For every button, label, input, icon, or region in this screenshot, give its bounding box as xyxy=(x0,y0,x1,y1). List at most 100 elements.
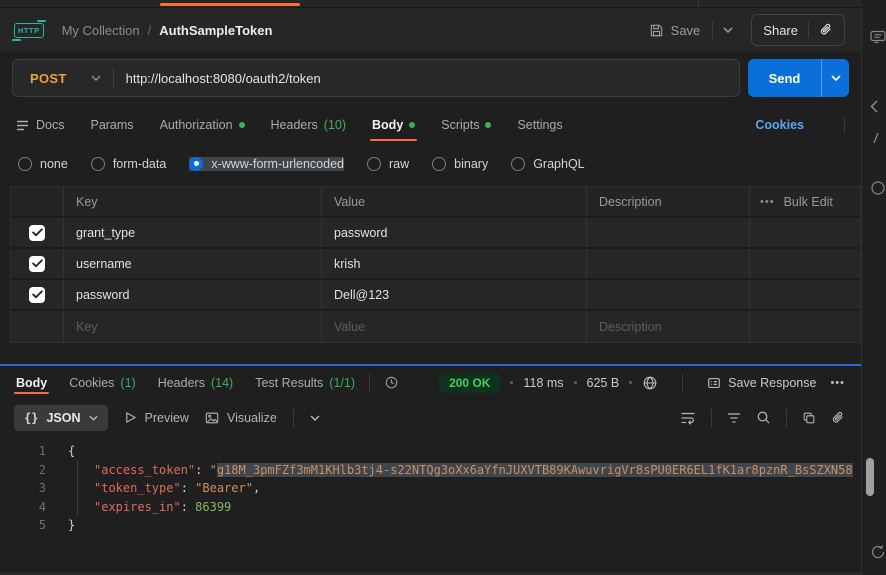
chevron-down-icon xyxy=(88,415,98,421)
tab-label: Authorization xyxy=(159,118,233,132)
response-size[interactable]: 625 B xyxy=(587,376,620,390)
cookies-link[interactable]: Cookies xyxy=(755,118,804,132)
cell-key-placeholder[interactable]: Key xyxy=(63,311,321,342)
more-horizontal-icon: ••• xyxy=(760,195,775,208)
save-response-button[interactable]: Save Response xyxy=(707,376,816,390)
method-selector[interactable]: POST xyxy=(13,60,113,96)
header-value: Value xyxy=(321,187,586,216)
tab-label: Headers xyxy=(270,118,318,132)
urlencoded-table: Key Value Description ••• Bulk Edit gran… xyxy=(10,186,861,343)
cell-description[interactable] xyxy=(586,218,749,247)
code-snippet-icon[interactable] xyxy=(870,132,882,144)
request-header: HTTP My Collection / AuthSampleToken Sav… xyxy=(0,8,861,52)
body-type-form-data[interactable]: form-data xyxy=(90,156,166,171)
send-label[interactable]: Send xyxy=(748,59,821,97)
checkbox-checked[interactable] xyxy=(29,224,45,241)
cell-description-placeholder[interactable]: Description xyxy=(586,311,749,342)
more-views-chevron[interactable] xyxy=(310,414,320,421)
send-options-chevron[interactable] xyxy=(821,59,849,97)
history-clock-icon[interactable] xyxy=(384,375,399,390)
filter-lines-icon[interactable] xyxy=(727,412,741,424)
breadcrumb-request-name[interactable]: AuthSampleToken xyxy=(159,23,272,38)
tab-authorization[interactable]: Authorization xyxy=(160,104,245,146)
visualize-button[interactable]: Visualize xyxy=(205,411,277,425)
header-actions: Save Share xyxy=(649,14,845,46)
radio-icon xyxy=(367,156,381,171)
body-type-raw[interactable]: raw xyxy=(367,156,409,171)
collapse-pane-icon[interactable] xyxy=(870,100,878,113)
refresh-circle-icon[interactable] xyxy=(870,544,886,560)
checkbox-checked[interactable] xyxy=(29,255,45,272)
wrap-text-icon[interactable] xyxy=(680,411,696,425)
body-type-graphql[interactable]: GraphQL xyxy=(511,156,585,171)
tab-scripts[interactable]: Scripts xyxy=(441,104,492,146)
share-label: Share xyxy=(763,22,798,38)
response-tools xyxy=(680,408,847,427)
radio-label: none xyxy=(40,156,68,171)
table-body: grant_type password username krish password D… xyxy=(11,218,860,342)
response-more-icon[interactable]: ••• xyxy=(830,377,845,389)
tab-params[interactable]: Params xyxy=(90,104,133,146)
modified-dot-icon xyxy=(485,122,492,128)
tools-divider xyxy=(711,408,712,427)
cell-value[interactable]: krish xyxy=(321,249,586,278)
response-time[interactable]: 118 ms xyxy=(523,376,563,390)
cell-key[interactable]: username xyxy=(63,249,321,278)
response-tab-cookies[interactable]: Cookies (1) xyxy=(69,366,135,399)
cell-value[interactable]: Dell@123 xyxy=(321,280,586,309)
preview-label: Preview xyxy=(144,410,189,425)
tab-count-badge: (14) xyxy=(210,375,234,390)
info-circle-icon[interactable] xyxy=(870,180,886,196)
response-body-editor[interactable]: 1{2 "access_token": "g18M_3pmFZf3mM1KHlb3… xyxy=(0,436,861,575)
tab-settings[interactable]: Settings xyxy=(517,104,562,146)
search-icon[interactable] xyxy=(756,410,771,425)
response-tab-headers[interactable]: Headers (14) xyxy=(158,366,233,399)
save-button[interactable]: Save xyxy=(649,23,700,38)
tab-body[interactable]: Body xyxy=(370,104,418,146)
cell-description[interactable] xyxy=(586,249,749,278)
code-line-2: 2 "access_token": "g18M_3pmFZf3mM1KHlb3tj… xyxy=(0,460,861,480)
form-row-grant-type: grant_type password xyxy=(11,218,860,249)
checkbox-checked[interactable] xyxy=(29,286,45,303)
url-field[interactable] xyxy=(113,70,739,86)
chevron-down-icon xyxy=(91,75,101,81)
request-tabs: Params Authorization Headers (10) Body Script… xyxy=(90,104,563,146)
share-button[interactable]: Share xyxy=(751,14,845,46)
body-type-binary[interactable]: binary xyxy=(432,156,488,171)
preview-button[interactable]: Preview xyxy=(124,411,189,425)
breadcrumb-collection[interactable]: My Collection xyxy=(62,23,140,38)
status-badge[interactable]: 200 OK xyxy=(439,372,501,393)
copy-icon[interactable] xyxy=(802,411,816,425)
response-tab-body[interactable]: Body xyxy=(13,366,50,399)
link-icon[interactable] xyxy=(831,411,845,425)
cell-description[interactable] xyxy=(586,280,749,309)
scrollbar-thumb[interactable] xyxy=(866,458,874,496)
cell-key[interactable]: password xyxy=(63,280,321,309)
save-options-chevron[interactable] xyxy=(712,21,743,39)
bulk-edit-button[interactable]: ••• Bulk Edit xyxy=(749,187,860,216)
dot-separator xyxy=(629,381,633,384)
cell-value-placeholder[interactable]: Value xyxy=(321,311,586,342)
cell-key[interactable]: grant_type xyxy=(63,218,321,247)
comments-icon[interactable] xyxy=(870,30,886,44)
form-row-placeholder: Key Value Description xyxy=(11,311,860,342)
send-button[interactable]: Send xyxy=(748,59,849,97)
format-selector[interactable]: {} JSON xyxy=(14,404,108,431)
tab-headers[interactable]: Headers (10) xyxy=(271,104,346,146)
row-checkbox-cell xyxy=(11,249,63,278)
play-icon xyxy=(125,412,136,423)
body-type-none[interactable]: none xyxy=(18,156,68,171)
postman-window: HTTP My Collection / AuthSampleToken Sav… xyxy=(0,0,886,575)
cell-value[interactable]: password xyxy=(321,218,586,247)
network-globe-icon[interactable] xyxy=(642,375,658,391)
tab-strip[interactable] xyxy=(0,0,861,8)
tab-count-badge: (1) xyxy=(120,375,136,390)
body-type-x-www-form-urlencoded[interactable]: x-www-form-urlencoded xyxy=(189,156,344,171)
tab-label: Scripts xyxy=(441,118,480,132)
response-tab-test-results[interactable]: Test Results (1/1) xyxy=(255,366,355,399)
tab-count-badge: (10) xyxy=(323,118,347,132)
tab-docs[interactable]: Docs xyxy=(16,118,64,132)
radio-icon xyxy=(511,156,526,171)
save-response-label: Save Response xyxy=(728,375,817,390)
active-tab-indicator xyxy=(160,3,300,6)
